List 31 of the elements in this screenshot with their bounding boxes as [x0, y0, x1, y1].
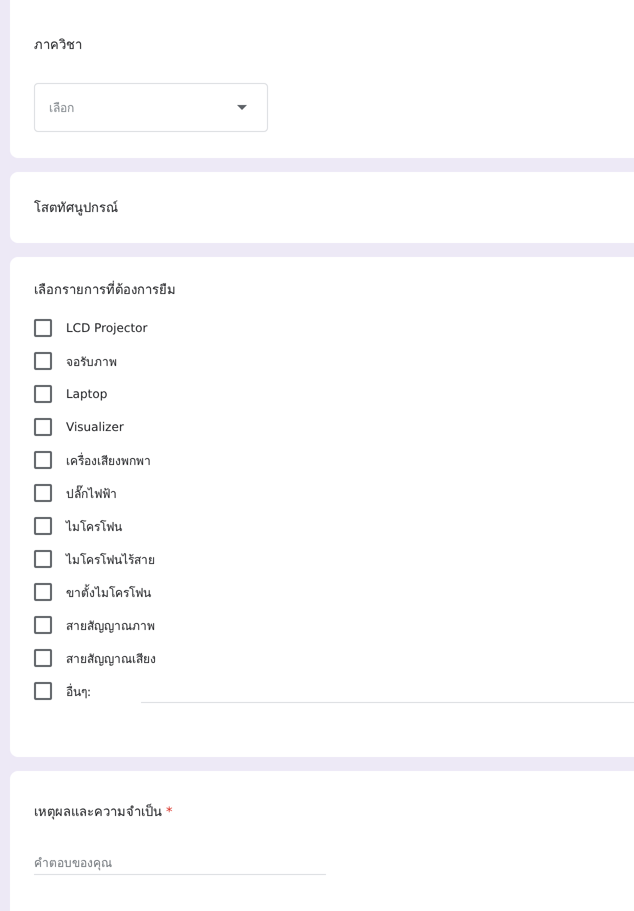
question-label: เลือกรายการที่ต้องการยืม [34, 279, 176, 300]
option-label: สายสัญญาณเสียง [66, 650, 156, 668]
checkbox[interactable] [34, 616, 52, 634]
option-label: ปลั๊กไฟฟ้า [66, 484, 117, 502]
dropdown-caret-icon [237, 105, 247, 110]
checkbox[interactable] [34, 418, 52, 436]
option-label: ไมโครโฟนไร้สาย [66, 552, 155, 568]
question-label: เหตุผลและความจำเป็น [34, 802, 162, 822]
option-label: สายสัญญาณภาพ [66, 618, 155, 634]
option-label: จอรับภาพ [66, 354, 117, 370]
option-label: Visualizer [66, 420, 124, 434]
option-label: ไมโครโฟน [66, 518, 122, 536]
option-label: ขาตั้งไมโครโฟน [66, 583, 151, 602]
option-label: เครื่องเสียงพกพา [66, 452, 151, 470]
checkbox[interactable] [34, 583, 52, 601]
checkbox[interactable] [34, 682, 52, 700]
checkbox[interactable] [34, 649, 52, 667]
required-asterisk: * [166, 805, 172, 820]
section-title: โสตทัศนูปกรณ์ [34, 199, 118, 218]
question-label: ภาควิชา [34, 37, 82, 55]
checkbox[interactable] [34, 352, 52, 370]
checkbox[interactable] [34, 319, 52, 337]
checkbox[interactable] [34, 517, 52, 535]
checkbox[interactable] [34, 484, 52, 502]
checkbox[interactable] [34, 451, 52, 469]
option-label: Laptop [66, 387, 108, 401]
checkbox[interactable] [34, 385, 52, 403]
option-label: LCD Projector [66, 321, 148, 335]
checkbox[interactable] [34, 550, 52, 568]
option-label: อื่นๆ: [66, 682, 92, 700]
dropdown[interactable]: เลือก [34, 83, 268, 132]
